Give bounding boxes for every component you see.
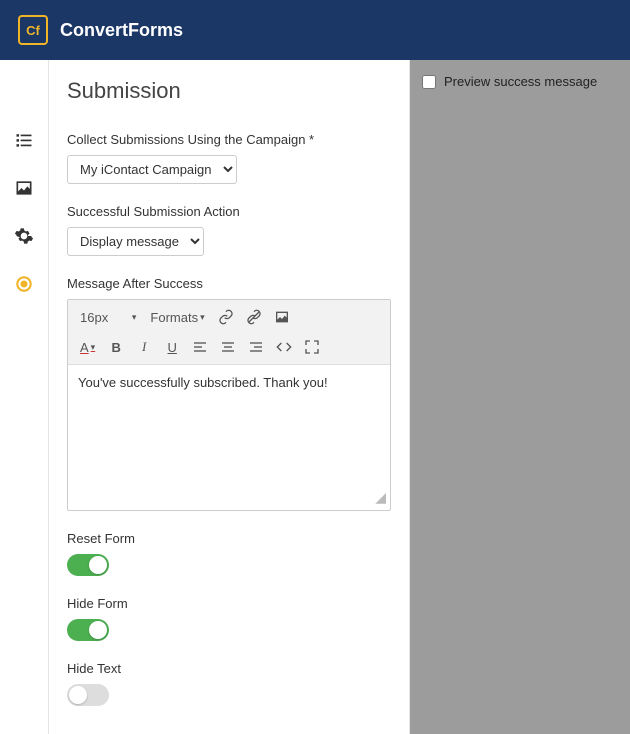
resize-grip-icon[interactable]: ◢ bbox=[375, 489, 386, 506]
campaign-field: Collect Submissions Using the Campaign *… bbox=[67, 132, 391, 184]
hide-text-toggle[interactable] bbox=[67, 684, 109, 706]
brand-name: ConvertForms bbox=[60, 20, 183, 41]
editor-toolbar: 16px ▾ Formats▾ A▾ B I U bbox=[68, 300, 390, 365]
text-color-dropdown[interactable]: A▾ bbox=[74, 334, 101, 360]
message-label: Message After Success bbox=[67, 276, 391, 291]
panel-title: Submission bbox=[67, 78, 391, 104]
fullscreen-icon[interactable] bbox=[299, 334, 325, 360]
bold-icon[interactable]: B bbox=[103, 334, 129, 360]
underline-icon[interactable]: U bbox=[159, 334, 185, 360]
link-icon[interactable] bbox=[213, 304, 239, 330]
campaign-label: Collect Submissions Using the Campaign * bbox=[67, 132, 391, 147]
action-field: Successful Submission Action Display mes… bbox=[67, 204, 391, 256]
reset-form-field: Reset Form bbox=[67, 531, 391, 576]
app-logo: Cf bbox=[18, 15, 48, 45]
list-icon[interactable] bbox=[14, 130, 34, 150]
hide-form-label: Hide Form bbox=[67, 596, 391, 611]
hide-text-field: Hide Text bbox=[67, 661, 391, 706]
reset-form-toggle[interactable] bbox=[67, 554, 109, 576]
code-icon[interactable] bbox=[271, 334, 297, 360]
align-center-icon[interactable] bbox=[215, 334, 241, 360]
top-bar: Cf ConvertForms bbox=[0, 0, 630, 60]
action-label: Successful Submission Action bbox=[67, 204, 391, 219]
italic-icon[interactable]: I bbox=[131, 334, 157, 360]
hide-text-label: Hide Text bbox=[67, 661, 391, 676]
unlink-icon[interactable] bbox=[241, 304, 267, 330]
message-field: Message After Success 16px ▾ Formats▾ bbox=[67, 276, 391, 511]
gear-icon[interactable] bbox=[14, 226, 34, 246]
image-icon[interactable] bbox=[14, 178, 34, 198]
hide-form-toggle[interactable] bbox=[67, 619, 109, 641]
action-select[interactable]: Display message bbox=[67, 227, 204, 256]
editor-content-area[interactable]: You've successfully subscribed. Thank yo… bbox=[68, 365, 390, 510]
app-body: Submission Collect Submissions Using the… bbox=[0, 60, 630, 734]
submission-panel: Submission Collect Submissions Using the… bbox=[48, 60, 410, 734]
side-rail bbox=[0, 60, 48, 734]
insert-image-icon[interactable] bbox=[269, 304, 295, 330]
rich-editor: 16px ▾ Formats▾ A▾ B I U bbox=[67, 299, 391, 511]
preview-pane: Preview success message bbox=[410, 60, 630, 734]
reset-form-label: Reset Form bbox=[67, 531, 391, 546]
preview-success-checkbox[interactable] bbox=[422, 75, 436, 89]
editor-text: You've successfully subscribed. Thank yo… bbox=[78, 375, 328, 390]
font-size-dropdown[interactable]: 16px ▾ bbox=[74, 304, 142, 330]
preview-success-label: Preview success message bbox=[444, 74, 597, 89]
hide-form-field: Hide Form bbox=[67, 596, 391, 641]
campaign-select[interactable]: My iContact Campaign bbox=[67, 155, 237, 184]
align-right-icon[interactable] bbox=[243, 334, 269, 360]
target-icon[interactable] bbox=[14, 274, 34, 294]
formats-dropdown[interactable]: Formats▾ bbox=[144, 304, 210, 330]
align-left-icon[interactable] bbox=[187, 334, 213, 360]
preview-success-checkbox-wrap[interactable]: Preview success message bbox=[422, 74, 618, 89]
